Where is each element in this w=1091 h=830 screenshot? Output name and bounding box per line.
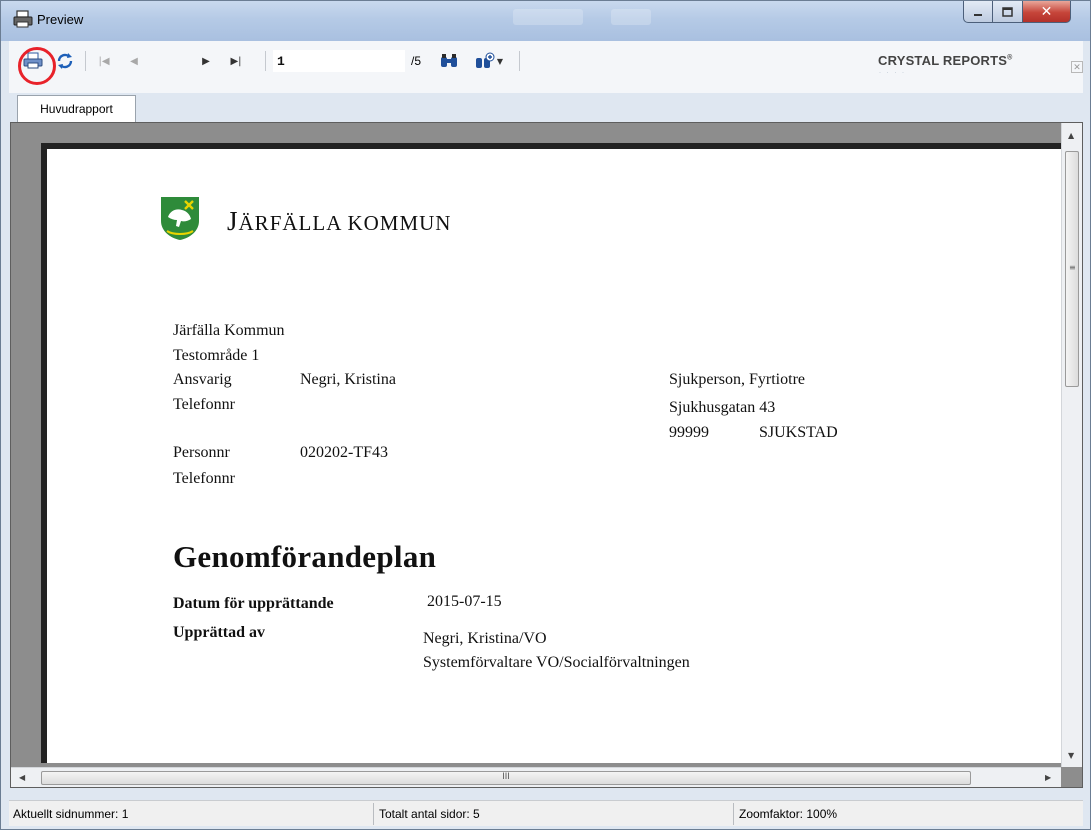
current-page-status: Aktuellt sidnummer: 1 [13,807,129,821]
vertical-scrollbar[interactable]: ▲ ≡ ▼ [1061,123,1082,767]
previous-page-icon: ◀ [130,55,138,67]
created-by-value: Negri, Kristina/VO [423,630,547,647]
scroll-down-icon[interactable]: ▼ [1068,751,1074,760]
status-bar: Aktuellt sidnummer: 1 Totalt antal sidor… [9,800,1083,826]
recipient-city: SJUKSTAD [759,424,838,441]
horizontal-scroll-thumb[interactable]: III [41,771,971,785]
refresh-icon [57,53,73,69]
zoom-binoculars-icon [475,52,495,68]
close-icon: ✕ [1040,3,1053,20]
date-label: Datum för upprättande [173,595,334,612]
sender-line-2: Testområde 1 [173,347,260,364]
window-title: Preview [37,12,84,27]
report-viewport[interactable]: JÄRFÄLLA KOMMUN Järfälla Kommun Testområ… [10,122,1083,788]
org-name-rest: ÄRFÄLLA KOMMUN [238,211,452,235]
first-page-button[interactable]: |◀ [93,49,115,73]
preview-window: Preview ✕ |◀ ◀ ▶ ▶| 1 /5 ▼ CRYSTAL REPOR… [0,0,1091,830]
previous-page-button[interactable]: ◀ [123,49,145,73]
recipient-street: Sjukhusgatan 43 [669,399,776,416]
page-total-label: /5 [411,54,422,68]
find-button[interactable] [438,49,460,73]
last-page-icon: ▶| [230,55,242,67]
grip-icon: ≡ [1069,263,1076,272]
document-heading: Genomförandeplan [173,539,437,574]
ansvarig-value: Negri, Kristina [300,371,396,388]
toolbar-separator [265,51,266,71]
next-page-button[interactable]: ▶ [195,49,217,73]
title-bar-reflection [611,9,651,25]
brand-decoration: · · · · [879,70,906,76]
jarfalla-coat-of-arms-logo [161,197,199,240]
close-button[interactable]: ✕ [1023,1,1071,23]
title-bar-reflection [513,9,583,25]
scroll-left-icon[interactable]: ◀ [19,773,25,782]
title-bar: Preview ✕ [1,1,1090,41]
crystal-reports-logo: CRYSTAL REPORTS® [878,53,1013,68]
first-page-icon: |◀ [98,55,110,67]
status-divider [373,803,374,825]
binoculars-icon [441,54,457,67]
zoom-status: Zoomfaktor: 100% [739,807,838,821]
last-page-button[interactable]: ▶| [225,49,247,73]
total-pages-status: Totalt antal sidor: 5 [379,807,480,821]
close-tab-button[interactable]: ✕ [1071,61,1083,73]
zoom-dropdown-button[interactable]: ▼ [472,49,506,73]
recipient-postcode: 99999 [669,424,709,441]
close-icon: ✕ [1073,62,1081,72]
toolbar-separator [85,51,86,71]
org-name-prefix: J [227,206,239,236]
person-telefon-label: Telefonnr [173,470,235,487]
created-by-role: Systemförvaltare VO/Socialförvaltningen [423,654,690,671]
organization-name: JÄRFÄLLA KOMMUN [227,206,451,237]
minimize-button[interactable] [963,1,993,23]
vertical-scroll-thumb[interactable]: ≡ [1065,151,1079,387]
next-page-icon: ▶ [202,55,210,67]
sender-line-1: Järfälla Kommun [173,322,285,339]
scroll-up-icon[interactable]: ▲ [1068,131,1074,140]
refresh-button[interactable] [53,49,77,73]
toolbar: |◀ ◀ ▶ ▶| /5 ▼ CRYSTAL REPORT [9,41,1083,93]
horizontal-scrollbar[interactable]: ◀ III ▶ [11,767,1061,787]
personnr-label: Personnr [173,444,230,461]
printer-icon [13,10,33,28]
toolbar-separator [519,51,520,71]
brand-text: CRYSTAL REPORTS [878,53,1008,68]
grip-icon: III [502,771,510,781]
created-by-label: Upprättad av [173,624,266,641]
tab-label: Huvudrapport [40,102,113,116]
personnr-value: 020202-TF43 [300,444,388,461]
chevron-down-icon: ▼ [496,56,504,66]
scroll-right-icon[interactable]: ▶ [1045,773,1051,782]
page-number-input[interactable] [273,50,405,72]
status-divider [733,803,734,825]
brand-mark: ® [1007,54,1013,62]
highlight-annotation-circle [18,47,56,85]
recipient-name: Sjukperson, Fyrtiotre [669,371,805,388]
ansvarig-label: Ansvarig [173,371,232,388]
minimize-icon [974,13,982,16]
tab-huvudrapport[interactable]: Huvudrapport [17,95,136,122]
report-page: JÄRFÄLLA KOMMUN Järfälla Kommun Testområ… [41,143,1061,763]
maximize-icon [1002,6,1013,17]
date-value: 2015-07-15 [427,593,502,610]
maximize-button[interactable] [993,1,1023,23]
sender-telefon-label: Telefonnr [173,396,235,413]
